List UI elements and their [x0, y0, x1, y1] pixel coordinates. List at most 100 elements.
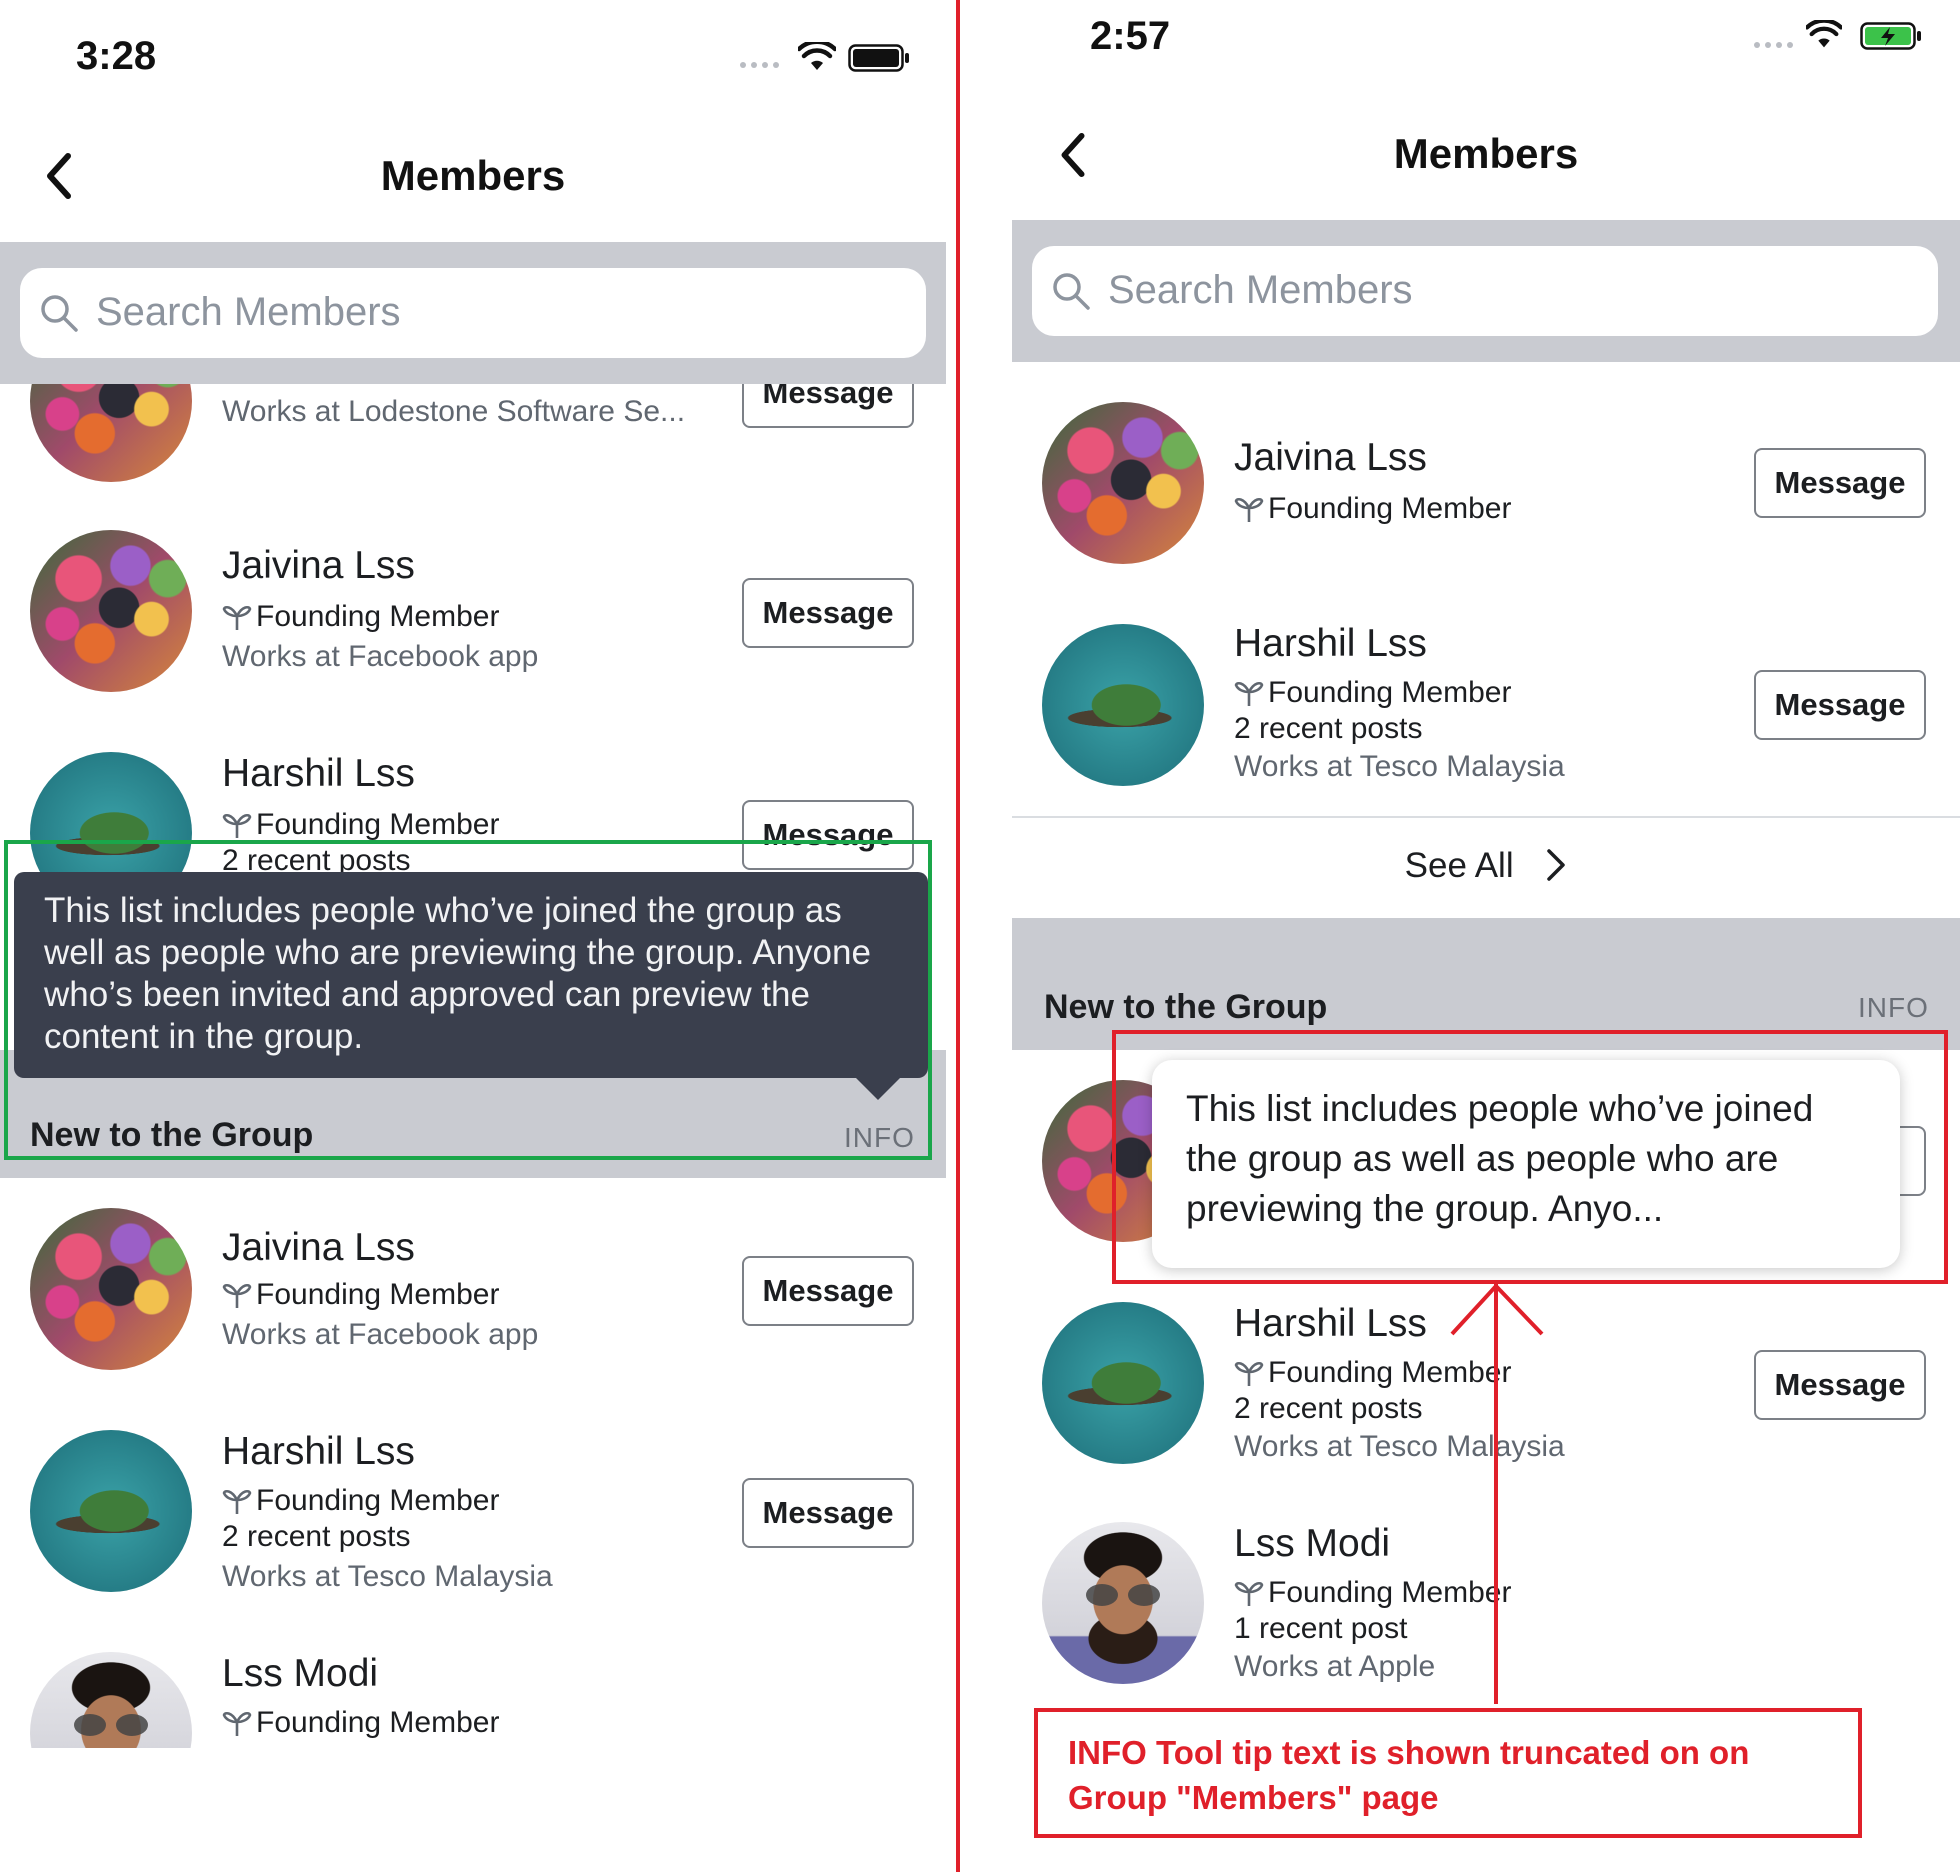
message-button[interactable]: Message [1754, 448, 1926, 518]
red-divider-line [956, 0, 960, 1872]
member-recent-posts: 2 recent posts [222, 1520, 411, 1553]
founding-member-icon [222, 605, 252, 630]
founding-member-icon [222, 1711, 252, 1736]
member-avatar[interactable] [1042, 1302, 1204, 1464]
member-badge: Founding Member [222, 808, 499, 842]
founding-member-icon [222, 1283, 252, 1308]
member-badge: Founding Member [222, 1706, 499, 1740]
founding-member-icon [1234, 497, 1264, 522]
member-row[interactable]: Jaivina Lss Founding Member Works at Fac… [0, 1208, 946, 1378]
member-badge: Founding Member [1234, 1576, 1511, 1610]
founding-member-icon [1234, 681, 1264, 706]
member-row[interactable]: Lss Modi Founding Member 1 recent post W… [1012, 1522, 1960, 1692]
member-name[interactable]: Harshil Lss [1234, 1302, 1427, 1346]
battery-icon [848, 44, 909, 72]
search-placeholder: Search Members [96, 290, 401, 334]
member-work: Works at Apple [1234, 1650, 1436, 1683]
member-work: Works at Tesco Malaysia [1234, 750, 1565, 783]
member-badge: Founding Member [222, 600, 499, 634]
cellular-signal-icon [740, 62, 779, 68]
annotation-arrow-line [1494, 1284, 1498, 1704]
member-name[interactable]: Jaivina Lss [1234, 436, 1427, 480]
member-row[interactable]: Harshil Lss Founding Member 2 recent pos… [0, 1430, 946, 1600]
founding-member-icon [1234, 1581, 1264, 1606]
member-badge-label: Founding Member [256, 1278, 500, 1311]
chevron-right-icon [1547, 849, 1566, 881]
left-screenshot: 3:28 Members Works at Lodestone Software… [0, 0, 946, 1872]
member-badge-label: Founding Member [1268, 1576, 1512, 1609]
wifi-icon [798, 42, 836, 70]
divider [1012, 816, 1960, 818]
member-badge-label: Founding Member [256, 1484, 500, 1517]
wifi-icon [1806, 20, 1842, 48]
member-recent-posts: 2 recent posts [1234, 1392, 1423, 1425]
search-input[interactable]: Search Members [20, 268, 926, 358]
search-icon [41, 295, 78, 332]
see-all-label: See All [1404, 846, 1514, 885]
message-button[interactable]: Message [1754, 670, 1926, 740]
member-name[interactable]: Lss Modi [222, 1652, 378, 1696]
member-name[interactable]: Harshil Lss [1234, 622, 1427, 666]
see-all-link[interactable]: See All [1012, 846, 1960, 886]
founding-member-icon [222, 1489, 252, 1514]
member-avatar[interactable] [30, 1208, 192, 1370]
member-recent-posts: 2 recent posts [1234, 712, 1423, 745]
member-row[interactable]: Harshil Lss Founding Member 2 recent pos… [1012, 622, 1960, 792]
member-badge: Founding Member [1234, 676, 1511, 710]
member-badge: Founding Member [1234, 1356, 1511, 1390]
annotation-box: INFO Tool tip text is shown truncated on… [1034, 1708, 1862, 1838]
member-badge: Founding Member [222, 1278, 499, 1312]
member-work: Works at Tesco Malaysia [1234, 1430, 1565, 1463]
cellular-signal-icon [1754, 42, 1793, 48]
member-badge-label: Founding Member [256, 808, 500, 841]
member-avatar[interactable] [1042, 1522, 1204, 1684]
page-title: Members [1393, 130, 1579, 177]
status-time: 3:28 [76, 34, 157, 78]
right-screenshot: 2:57 Members Search Members Jaivina Lss … [1012, 0, 1960, 1872]
highlight-box-green [4, 840, 932, 1160]
member-name[interactable]: Jaivina Lss [222, 1226, 415, 1270]
battery-charging-icon [1860, 22, 1921, 50]
member-badge-label: Founding Member [256, 600, 500, 633]
highlight-box-red [1112, 1030, 1948, 1284]
member-work: Works at Lodestone Software Se... [222, 395, 686, 428]
member-badge: Founding Member [1234, 492, 1511, 526]
member-badge-label: Founding Member [1268, 1356, 1512, 1389]
member-badge-label: Founding Member [1268, 492, 1512, 525]
member-badge-label: Founding Member [1268, 676, 1512, 709]
message-button[interactable]: Message [1754, 1350, 1926, 1420]
member-name[interactable]: Harshil Lss [222, 1430, 415, 1474]
annotation-arrow-head [1450, 1283, 1544, 1336]
member-badge-label: Founding Member [256, 1706, 500, 1739]
message-button[interactable]: Message [742, 578, 914, 648]
member-recent-posts: 1 recent post [1234, 1612, 1408, 1645]
member-name[interactable]: Harshil Lss [222, 752, 415, 796]
page-title: Members [380, 152, 566, 199]
message-button[interactable]: Message [742, 1478, 914, 1548]
search-icon [1053, 273, 1090, 310]
info-link[interactable]: INFO [1858, 992, 1929, 1024]
member-row[interactable]: Jaivina Lss Founding Member Works at Fac… [0, 530, 946, 700]
founding-member-icon [1234, 1361, 1264, 1386]
search-placeholder: Search Members [1108, 268, 1413, 312]
member-row[interactable]: Jaivina Lss Founding Member Message [1012, 402, 1960, 572]
member-avatar[interactable] [1042, 624, 1204, 786]
search-bar-container: Search Members [1012, 220, 1960, 362]
member-work: Works at Facebook app [222, 1318, 539, 1351]
search-bar-container: Search Members [0, 242, 946, 384]
message-button[interactable]: Message [742, 1256, 914, 1326]
member-name[interactable]: Lss Modi [1234, 1522, 1390, 1566]
member-avatar[interactable] [1042, 402, 1204, 564]
section-title: New to the Group [1044, 988, 1328, 1026]
search-input[interactable]: Search Members [1032, 246, 1938, 336]
member-badge: Founding Member [222, 1484, 499, 1518]
member-avatar[interactable] [30, 530, 192, 692]
founding-member-icon [222, 813, 252, 838]
status-time: 2:57 [1090, 14, 1171, 58]
member-work: Works at Facebook app [222, 640, 539, 673]
member-avatar[interactable] [30, 1652, 192, 1748]
member-name[interactable]: Jaivina Lss [222, 544, 415, 588]
member-row[interactable]: Lss Modi Founding Member [0, 1652, 946, 1748]
member-work: Works at Tesco Malaysia [222, 1560, 553, 1593]
member-avatar[interactable] [30, 1430, 192, 1592]
